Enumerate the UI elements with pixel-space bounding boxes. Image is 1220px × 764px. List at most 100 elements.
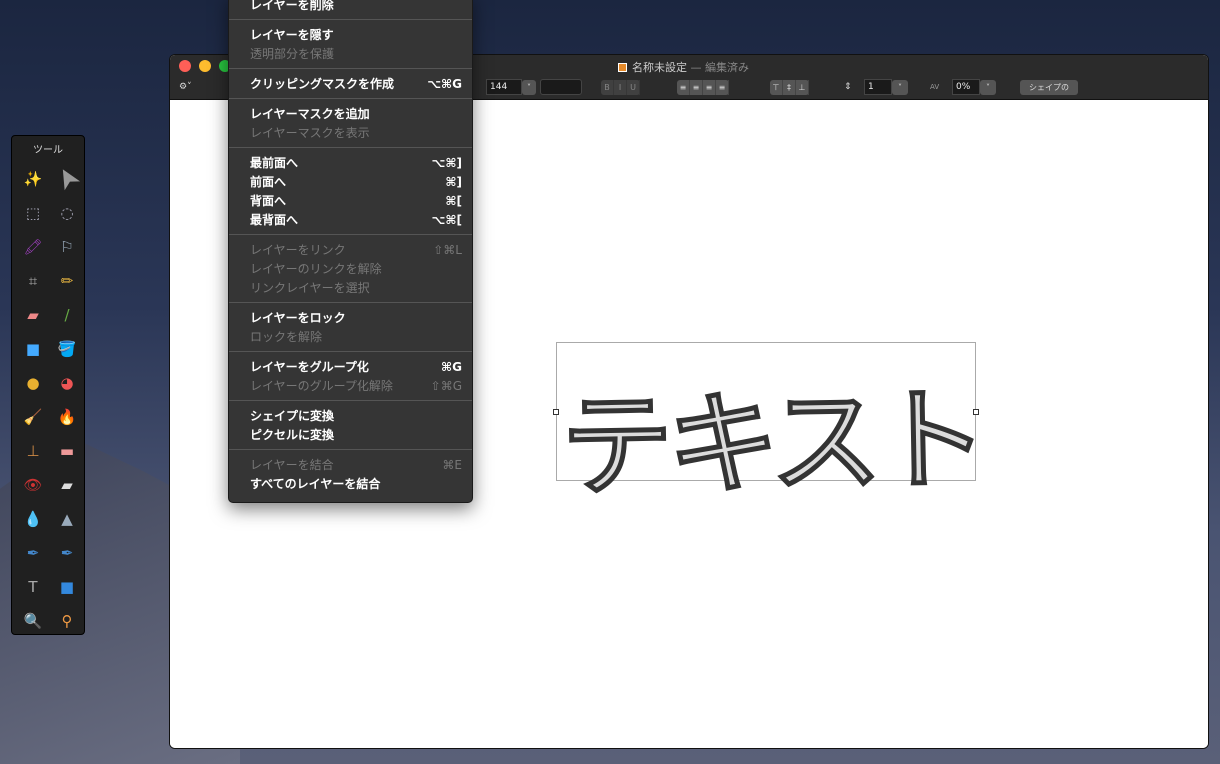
- lasso-tool-icon[interactable]: ⚐: [50, 230, 84, 264]
- document-icon: [618, 63, 627, 72]
- tracking-dropdown[interactable]: ˅: [980, 79, 996, 95]
- menu-item: レイヤーのグループ化解除 ⇧⌘G: [229, 376, 472, 395]
- outlined-text: テキスト: [559, 375, 983, 514]
- menu-item-shortcut: ⌘E: [442, 457, 462, 472]
- italic-button[interactable]: I: [614, 79, 627, 95]
- menu-item[interactable]: レイヤーを削除: [229, 0, 472, 14]
- cloner-tool-icon[interactable]: ●: [16, 366, 50, 400]
- eyedropper-tool-icon[interactable]: ⚲: [50, 604, 84, 638]
- smudge-tool-icon[interactable]: 🧹: [16, 400, 50, 434]
- menu-item-label: 前面へ: [250, 175, 287, 189]
- menu-item[interactable]: 背面へ ⌘[: [229, 191, 472, 210]
- valign-bottom-icon[interactable]: ⊥: [796, 79, 809, 95]
- font-size-dropdown[interactable]: ˅: [522, 79, 536, 95]
- menu-item-label: レイヤーをリンク: [250, 243, 346, 257]
- menu-item-label: レイヤーのリンクを解除: [250, 262, 382, 276]
- menu-item-label: レイヤーマスクを追加: [250, 107, 370, 121]
- tracking-icon: AV: [930, 83, 940, 91]
- freeform-pen-tool-icon[interactable]: ✒: [50, 536, 84, 570]
- menu-item-label: レイヤーのグループ化解除: [250, 379, 393, 393]
- crop-tool-icon[interactable]: ⌗: [16, 264, 50, 298]
- eraser-tool-icon[interactable]: ▰: [16, 298, 50, 332]
- menu-item-label: 最背面へ: [250, 213, 299, 227]
- red-eye-tool-icon[interactable]: 👁: [16, 468, 50, 502]
- menu-item[interactable]: 前面へ ⌘]: [229, 172, 472, 191]
- menu-item-label: レイヤーをロック: [250, 311, 346, 325]
- line-spacing-icon: ⇕: [844, 82, 852, 92]
- menu-item-label: 背面へ: [250, 194, 287, 208]
- menu-separator: [229, 68, 472, 69]
- menu-item-shortcut: ⌘]: [445, 174, 462, 189]
- justify-icon[interactable]: ≡: [716, 79, 729, 95]
- menu-item: リンクレイヤーを選択: [229, 278, 472, 297]
- convert-shape-button[interactable]: シェイプの: [1020, 79, 1078, 95]
- bold-button[interactable]: B: [601, 79, 614, 95]
- text-tool-icon[interactable]: T: [16, 570, 50, 604]
- menu-item-label: レイヤーを結合: [250, 458, 334, 472]
- resize-handle-right[interactable]: [973, 409, 979, 415]
- menu-item-label: すべてのレイヤーを結合: [250, 477, 381, 491]
- menu-item[interactable]: すべてのレイヤーを結合: [229, 474, 472, 493]
- ellipse-select-tool-icon[interactable]: ◌: [50, 196, 84, 230]
- underline-button[interactable]: U: [627, 79, 640, 95]
- color-well[interactable]: [540, 79, 582, 95]
- close-button[interactable]: [179, 60, 191, 72]
- line-spacing-field[interactable]: 1: [864, 79, 892, 95]
- menu-item-label: 最前面へ: [250, 156, 299, 170]
- magic-wand-tool-icon[interactable]: ✨: [16, 162, 50, 196]
- menu-item: レイヤーのリンクを解除: [229, 259, 472, 278]
- zoom-tool-icon[interactable]: 🔍: [16, 604, 50, 638]
- bandage-tool-icon[interactable]: ▬: [50, 434, 84, 468]
- menu-item[interactable]: レイヤーマスクを追加: [229, 104, 472, 123]
- valign-middle-icon[interactable]: ‡: [783, 79, 796, 95]
- menu-item: ロックを解除: [229, 327, 472, 346]
- shape-tool-icon[interactable]: ■: [50, 570, 84, 604]
- menu-item-shortcut: ⌥⌘[: [431, 212, 462, 227]
- menu-item[interactable]: ピクセルに変換: [229, 425, 472, 444]
- menu-item-label: ロックを解除: [250, 330, 323, 344]
- menu-item: レイヤーマスクを表示: [229, 123, 472, 142]
- menu-item-label: ピクセルに変換: [250, 428, 335, 442]
- pencil-tool-icon[interactable]: ✏: [50, 264, 84, 298]
- menu-item-label: レイヤーを削除: [250, 0, 334, 12]
- font-size-field[interactable]: 144: [486, 79, 522, 95]
- align-left-icon[interactable]: ≡: [677, 79, 690, 95]
- sharpen-tool-icon[interactable]: ▲: [50, 502, 84, 536]
- magic-brush-tool-icon[interactable]: 🖍: [16, 230, 50, 264]
- pen-tool-icon[interactable]: ✒: [16, 536, 50, 570]
- menu-item[interactable]: レイヤーを隠す: [229, 25, 472, 44]
- valign-top-icon[interactable]: ⊤: [770, 79, 783, 95]
- menu-item[interactable]: 最背面へ ⌥⌘[: [229, 210, 472, 229]
- menu-item-label: レイヤーを隠す: [250, 28, 334, 42]
- brush-tool-icon[interactable]: /: [50, 298, 84, 332]
- menu-separator: [229, 400, 472, 401]
- align-center-icon[interactable]: ≡: [690, 79, 703, 95]
- menu-item: レイヤーを結合 ⌘E: [229, 455, 472, 474]
- minimize-button[interactable]: [199, 60, 211, 72]
- resize-handle-left[interactable]: [553, 409, 559, 415]
- align-right-icon[interactable]: ≡: [703, 79, 716, 95]
- rect-select-tool-icon[interactable]: ⬚: [16, 196, 50, 230]
- burn-tool-icon[interactable]: 🔥: [50, 400, 84, 434]
- menu-item[interactable]: シェイプに変換: [229, 406, 472, 425]
- line-spacing-dropdown[interactable]: ˅: [892, 79, 908, 95]
- menu-item[interactable]: レイヤーをグループ化 ⌘G: [229, 357, 472, 376]
- rectangle-tool-icon[interactable]: ■: [16, 332, 50, 366]
- stamp-tool-icon[interactable]: ⊥: [16, 434, 50, 468]
- paint-bucket-tool-icon[interactable]: 🪣: [50, 332, 84, 366]
- tracking-field[interactable]: 0%: [952, 79, 980, 95]
- menu-item-shortcut: ⌘G: [441, 359, 462, 374]
- text-layer[interactable]: テキスト: [553, 342, 984, 513]
- menu-item[interactable]: クリッピングマスクを作成 ⌥⌘G: [229, 74, 472, 93]
- soft-eraser-tool-icon[interactable]: ▰: [50, 468, 84, 502]
- gear-menu-button[interactable]: ⚙︎˅: [179, 79, 192, 95]
- edited-status: — 編集済み: [690, 61, 750, 74]
- menu-item[interactable]: レイヤーをロック: [229, 308, 472, 327]
- palette-title: ツール: [33, 145, 63, 156]
- color-picker-tool-icon[interactable]: ◕: [50, 366, 84, 400]
- blur-tool-icon[interactable]: 💧: [16, 502, 50, 536]
- menu-item-shortcut: ⇧⌘L: [433, 242, 462, 257]
- menu-item[interactable]: 最前面へ ⌥⌘]: [229, 153, 472, 172]
- menu-separator: [229, 147, 472, 148]
- menu-separator: [229, 351, 472, 352]
